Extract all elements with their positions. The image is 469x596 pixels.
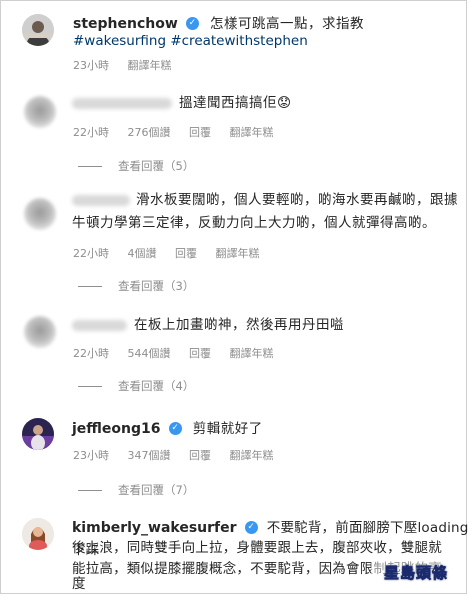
avatar[interactable] bbox=[24, 198, 56, 230]
comment-time: 22小時 bbox=[73, 126, 109, 139]
post-username[interactable]: stephenchow bbox=[73, 16, 178, 32]
view-replies-button[interactable]: 查看回覆（5） bbox=[78, 158, 194, 174]
view-replies-button[interactable]: 查看回覆（3） bbox=[78, 278, 194, 294]
comment-text-line: 牛頓力學第三定律，反動力向上大力啲，個人就彈得高啲。 bbox=[72, 215, 436, 231]
comment-text-line: 滑水板要闊啲，個人要輕啲，啲海水要再鹹啲，跟據 bbox=[136, 192, 458, 208]
post-time: 23小時 bbox=[73, 59, 109, 72]
blurred-username[interactable] bbox=[72, 195, 130, 206]
translate-link[interactable]: 翻譯年糕 bbox=[216, 247, 260, 260]
like-count[interactable]: 544個讚 bbox=[128, 347, 171, 360]
like-count[interactable]: 4個讚 bbox=[128, 247, 157, 260]
post-caption-text: 怎樣可跳高一點，求指教 bbox=[209, 16, 364, 32]
translate-link[interactable]: 翻譯年糕 bbox=[230, 449, 274, 462]
avatar[interactable] bbox=[24, 96, 56, 128]
comment-time: 23小時 bbox=[73, 449, 109, 462]
post-meta: 23小時 翻譯年糕 bbox=[73, 57, 187, 73]
divider-line bbox=[78, 165, 102, 167]
avatar[interactable] bbox=[22, 14, 54, 46]
reply-button[interactable]: 回覆 bbox=[189, 126, 211, 139]
avatar[interactable] bbox=[22, 518, 54, 550]
blurred-username[interactable] bbox=[72, 320, 127, 331]
avatar[interactable] bbox=[22, 418, 54, 450]
divider-line bbox=[78, 285, 102, 287]
comment-time: 22小時 bbox=[73, 247, 109, 260]
divider-line bbox=[78, 385, 102, 387]
verified-icon: ✓ bbox=[168, 422, 182, 435]
comment-text: 搵達聞西搞搞佢😟 bbox=[179, 95, 292, 111]
divider-line bbox=[78, 489, 102, 491]
post-hashtags[interactable]: #wakesurfing #createwithstephen bbox=[73, 33, 308, 49]
watermark-logo: 星島頭條 bbox=[371, 558, 461, 588]
comment-text: 在板上加畫啲神，然後再用丹田嗌 bbox=[134, 317, 344, 333]
view-replies-button[interactable]: 查看回覆（4） bbox=[78, 378, 194, 394]
view-replies-label: 查看回覆（4） bbox=[118, 379, 195, 393]
comment-meta: 22小時 276個讚 回覆 翻譯年糕 bbox=[73, 124, 289, 140]
reply-button[interactable]: 回覆 bbox=[189, 449, 211, 462]
translate-link[interactable]: 翻譯年糕 bbox=[230, 347, 274, 360]
translate-link[interactable]: 翻譯年糕 bbox=[128, 59, 172, 72]
screenshot-frame bbox=[0, 0, 467, 594]
comment-username[interactable]: jeffleong16 bbox=[72, 421, 161, 437]
blurred-username[interactable] bbox=[72, 98, 172, 109]
view-replies-label: 查看回覆（3） bbox=[118, 279, 195, 293]
view-replies-button[interactable]: 查看回覆（7） bbox=[78, 482, 194, 498]
verified-icon: ✓ bbox=[244, 521, 258, 534]
comment-text-line: 度 bbox=[72, 576, 86, 592]
comment-meta: 22小時 4個讚 回覆 翻譯年糕 bbox=[73, 245, 275, 261]
view-replies-label: 查看回覆（7） bbox=[118, 483, 195, 497]
avatar[interactable] bbox=[24, 316, 56, 348]
reply-button[interactable]: 回覆 bbox=[175, 247, 197, 260]
reply-button[interactable]: 回覆 bbox=[189, 347, 211, 360]
like-count[interactable]: 347個讚 bbox=[128, 449, 171, 462]
comment-meta: 22小時 544個讚 回覆 翻譯年糕 bbox=[73, 345, 289, 361]
like-count[interactable]: 276個讚 bbox=[128, 126, 171, 139]
comment-username[interactable]: kimberly_wakesurfer bbox=[72, 520, 237, 536]
verified-icon: ✓ bbox=[185, 17, 199, 30]
translate-link[interactable]: 翻譯年糕 bbox=[230, 126, 274, 139]
comment-text: 剪輯就好了 bbox=[192, 421, 263, 437]
comment-time: 22小時 bbox=[73, 347, 109, 360]
view-replies-label: 查看回覆（5） bbox=[118, 159, 195, 173]
comment-meta: 23小時 347個讚 回覆 翻譯年糕 bbox=[73, 447, 289, 463]
comment-text-line: 後上浪，同時雙手向上拉，身體要跟上去，腹部夾收，雙腿就 bbox=[72, 540, 442, 556]
